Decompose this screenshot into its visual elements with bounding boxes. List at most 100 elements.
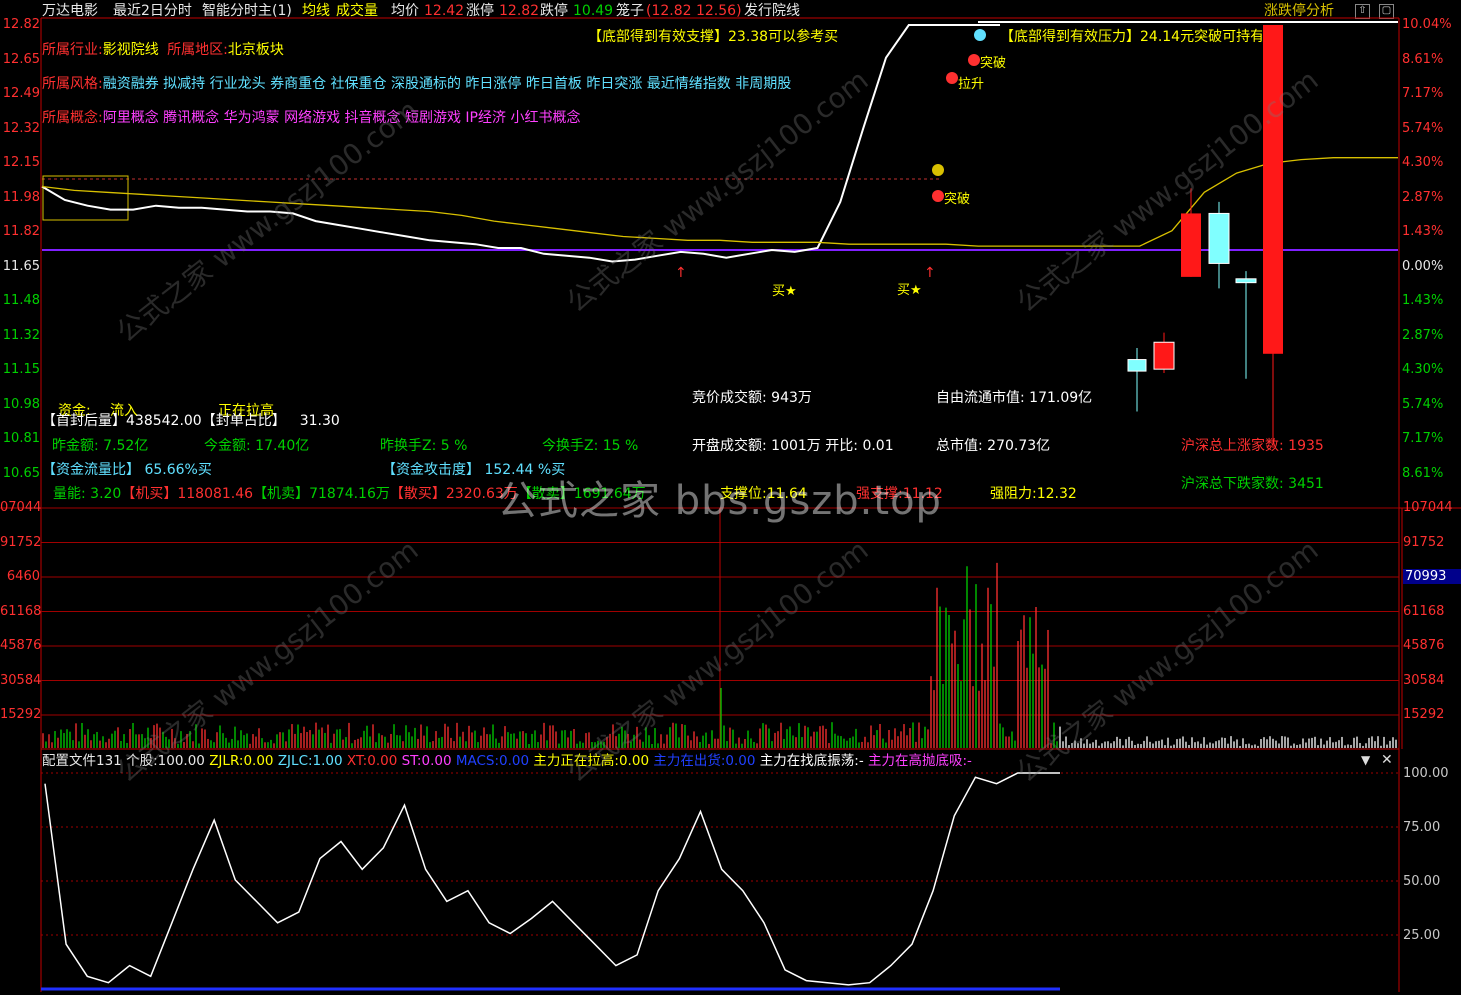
prev-turn-row: 昨换手Z: 5 %: [380, 435, 467, 455]
cur-turn-label: 今换手Z:: [542, 438, 599, 454]
signal-dot-0: [932, 190, 944, 202]
buy-marker-2: 买★: [897, 283, 922, 298]
vol-tick-r-3: 61168: [1403, 603, 1445, 619]
prev-turn-label: 昨换手Z:: [380, 438, 437, 454]
macs-label: MACS:: [455, 753, 500, 769]
vol-tick-r-1: 91752: [1403, 534, 1445, 550]
dropdown-icon[interactable]: ▼: [1361, 753, 1370, 767]
vol-tick-l-5: 30584: [0, 672, 42, 688]
up-count-row: 沪深总上涨家数: 1935: [1181, 435, 1324, 455]
total-cap-row: 总市值: 270.73亿: [936, 435, 1050, 455]
flow-ratio-label: 【资金流量比】: [42, 462, 140, 478]
yellow-box: [42, 175, 129, 221]
pct-tick-6: 1.43%: [1402, 224, 1444, 239]
xt-value: 0.00: [367, 753, 398, 769]
vol-ratio-value: 3.20: [90, 486, 122, 502]
float-cap-row: 自由流通市值: 171.09亿: [936, 387, 1092, 407]
signal-dot-4: [974, 29, 986, 41]
open-amt-value: 1001万: [771, 438, 821, 454]
oscillator-line: [44, 772, 1060, 986]
main-bottom-label: 主力在找底振荡:: [759, 753, 859, 769]
price-tick-12: 10.81: [2, 431, 40, 446]
price-tick-10: 11.15: [2, 362, 40, 377]
auction-value: 943万: [771, 390, 812, 406]
pct-tick-1: 8.61%: [1402, 51, 1444, 67]
pct-tick-10: 4.30%: [1402, 362, 1444, 377]
vol-tick-l-1: 91752: [0, 534, 42, 550]
vol-tick-l-4: 45876: [0, 638, 42, 653]
flow-ratio-row: 【资金流量比】 65.66%买: [42, 459, 212, 479]
up-count-label: 沪深总上涨家数:: [1181, 438, 1284, 454]
price-tick-11: 10.98: [2, 396, 40, 412]
down-count-value: 3451: [1288, 476, 1324, 492]
pct-tick-13: 8.61%: [1402, 465, 1444, 481]
region-label: 所属地区:: [167, 42, 228, 58]
vol-tick-l-2: 6460: [6, 569, 40, 584]
vol-tick-l-0: 07044: [0, 500, 42, 515]
price-tick-1: 12.65: [2, 51, 40, 67]
st-label: ST:: [401, 753, 422, 769]
vol-tick-l-6: 15292: [0, 707, 42, 722]
close-icon[interactable]: ✕: [1381, 752, 1393, 768]
pct-tick-5: 2.87%: [1402, 189, 1444, 205]
resist-value: 12.32: [1036, 486, 1077, 502]
up-arrow-icon-1: ↑: [675, 265, 687, 281]
concept-row: 所属概念:阿里概念 腾讯概念 华为鸿蒙 网络游戏 抖音概念 短剧游戏 IP经济 …: [42, 107, 580, 127]
pct-tick-11: 5.74%: [1402, 396, 1444, 412]
float-cap-value: 171.09亿: [1029, 390, 1093, 406]
industry-row: 所属行业:影视院线 所属地区:北京板块: [42, 39, 284, 59]
cur-amt-label: 今金额:: [204, 438, 251, 454]
resist-row: 强阻力:12.32: [990, 483, 1077, 503]
style-label: 所属风格:: [42, 76, 103, 92]
main-out-value: 0.00: [725, 753, 756, 769]
candle-body-2: [1181, 213, 1201, 277]
xt-label: XT:: [346, 753, 368, 769]
zjlr-value: 0.00: [243, 753, 274, 769]
auction-label: 竞价成交额:: [692, 390, 767, 406]
signal-dot-2: [946, 72, 958, 84]
main-high-label: 主力在高抛底吸:: [867, 753, 968, 769]
cur-amt-row: 今金额: 17.40亿: [204, 435, 309, 455]
seal-label: 【首封后量】: [42, 413, 126, 429]
zjlc-label: ZJLC:: [277, 753, 313, 769]
osc-tick-1: 75.00: [1403, 820, 1441, 835]
open-row: 开盘成交额: 1001万 开比: 0.01: [692, 435, 894, 455]
auction-row: 竞价成交额: 943万: [692, 387, 812, 407]
attack-label: 【资金攻击度】: [382, 462, 480, 478]
price-tick-8: 11.48: [2, 293, 40, 308]
total-cap-label: 总市值:: [936, 438, 983, 454]
price-tick-3: 12.32: [2, 120, 40, 136]
concept-value: 阿里概念 腾讯概念 华为鸿蒙 网络游戏 抖音概念 短剧游戏 IP经济 小红书概念: [102, 110, 581, 126]
open-amt-label: 开盘成交额:: [692, 438, 767, 454]
pct-tick-4: 4.30%: [1402, 155, 1444, 170]
main-bottom-value: -: [858, 753, 864, 769]
pct-tick-3: 5.74%: [1402, 120, 1444, 136]
indicator-bar: 配置文件131 个股:100.00 ZJLR:0.00 ZJLC:1.00 XT…: [42, 752, 972, 770]
industry-value: 影视院线: [102, 42, 159, 58]
seal-ratio-label: 【封单占比】: [201, 413, 286, 429]
vol-tick-l-3: 61168: [0, 603, 42, 619]
seal-value: 438542.00: [126, 413, 202, 429]
industry-label: 所属行业:: [42, 42, 103, 58]
candle-body-1: [1153, 341, 1175, 370]
inst-sell-label: 【机卖】: [253, 486, 310, 502]
pct-tick-9: 2.87%: [1402, 327, 1444, 343]
price-tick-7: 11.65: [2, 258, 40, 274]
vol-tick-r-5: 30584: [1403, 672, 1445, 688]
up-count-value: 1935: [1288, 438, 1324, 454]
down-count-label: 沪深总下跌家数:: [1181, 476, 1284, 492]
float-cap-label: 自由流通市值:: [936, 390, 1025, 406]
inst-sell-value: 71874.16万: [309, 486, 390, 502]
signal-dot-1: [932, 164, 944, 176]
price-tick-2: 12.49: [2, 86, 40, 101]
breakout-marker: 突破: [944, 192, 971, 207]
seal-ratio-value: 31.30: [299, 413, 340, 429]
cur-amt-value: 17.40亿: [255, 438, 310, 454]
pull-up-marker: 拉升: [958, 77, 985, 92]
region-value: 北京板块: [227, 42, 284, 58]
osc-tick-2: 50.00: [1403, 874, 1441, 889]
vol-tick-r-0: 107044: [1403, 500, 1453, 515]
pct-tick-0: 10.04%: [1402, 17, 1452, 32]
price-tick-0: 12.82: [2, 17, 40, 32]
inst-buy-value: 118081.46: [177, 486, 254, 502]
